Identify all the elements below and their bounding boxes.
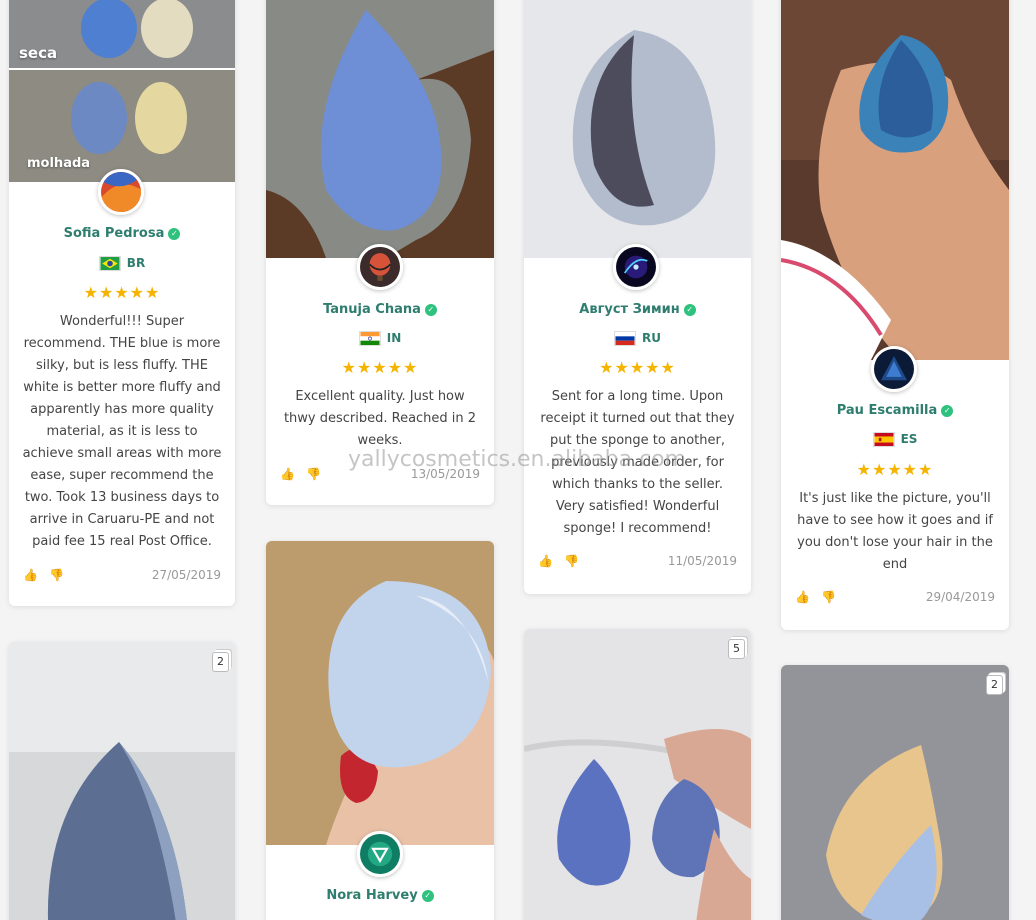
reviewer-country: BR [9, 256, 235, 271]
review-photo[interactable]: seca molhada [9, 0, 235, 182]
photo-count-badge[interactable]: 2 [212, 652, 229, 672]
review-card-avgust: Август Зимин ✓ RU ★★★★★ Sent for a long t… [524, 0, 751, 594]
avatar [98, 169, 144, 215]
thumb-down-icon[interactable]: 👎 [306, 467, 321, 481]
rating-stars: ★★★★★ [856, 460, 934, 479]
review-card-pau: Pau Escamilla ✓ ES ★★★★★ It's just like t… [781, 0, 1009, 630]
verified-icon: ✓ [424, 303, 437, 316]
review-card-photo: 2 [9, 642, 235, 920]
verified-icon: ✓ [421, 889, 434, 902]
review-date: 29/04/2019 [925, 590, 995, 604]
verified-icon: ✓ [168, 227, 181, 240]
thumb-up-icon[interactable]: 👍 [795, 590, 810, 604]
reviewer-country: IN [266, 331, 494, 346]
review-text: It's just like the picture, you'll have … [797, 491, 993, 572]
reviewer-name: Sofia Pedrosa ✓ [9, 226, 235, 241]
photo-count-badge[interactable]: 5 [728, 639, 745, 659]
thumb-down-icon[interactable]: 👎 [564, 554, 579, 568]
flag-ru-icon [614, 331, 636, 346]
thumb-up-icon[interactable]: 👍 [280, 467, 295, 481]
review-card-tanuja: Tanuja Chana ✓ IN ★★★★★ Excellent quality… [266, 0, 494, 505]
review-text: Sent for a long time. Upon receipt it tu… [540, 389, 735, 536]
thumb-down-icon[interactable]: 👎 [49, 568, 64, 582]
flag-in-icon [358, 331, 381, 346]
rating-stars: ★★★★★ [599, 358, 676, 377]
avatar [357, 244, 403, 290]
review-text: Excellent quality. Just how thwy describ… [283, 389, 477, 448]
photo-count-badge[interactable]: 2 [986, 675, 1003, 695]
review-date: 13/05/2019 [410, 467, 480, 481]
flag-es-icon [872, 432, 895, 447]
review-card-sofia: seca molhada Sofia Pedrosa ✓ BR ★★★★★ Won… [9, 0, 235, 606]
reviewer-country: RU [524, 331, 751, 346]
avatar [357, 831, 403, 877]
review-card-photo: 5 [524, 629, 751, 920]
review-photo[interactable] [266, 0, 494, 258]
photo-label-molhada: molhada [27, 156, 91, 171]
thumb-down-icon[interactable]: 👎 [821, 590, 836, 604]
review-date: 11/05/2019 [667, 554, 737, 568]
thumb-up-icon[interactable]: 👍 [538, 554, 553, 568]
reviewer-name: Pau Escamilla ✓ [781, 403, 1009, 418]
review-photo[interactable]: 2 [781, 665, 1009, 920]
review-photo[interactable] [781, 0, 1009, 360]
rating-stars: ★★★★★ [83, 283, 161, 302]
reviewer-name: Nora Harvey ✓ [266, 888, 494, 903]
reviewer-name: Tanuja Chana ✓ [266, 302, 494, 317]
avatar [871, 346, 917, 392]
review-footer: 👍 👎 13/05/2019 [280, 467, 480, 483]
review-footer: 👍 👎 29/04/2019 [795, 590, 995, 606]
verified-icon: ✓ [683, 303, 696, 316]
verified-icon: ✓ [941, 404, 954, 417]
review-photo[interactable]: 2 [9, 642, 235, 920]
reviewer-country: ES [781, 432, 1009, 447]
review-card-photo: 2 [781, 665, 1009, 920]
review-footer: 👍 👎 11/05/2019 [538, 554, 737, 570]
review-date: 27/05/2019 [151, 568, 221, 582]
review-photo[interactable] [524, 0, 751, 258]
rating-stars: ★★★★★ [341, 358, 419, 377]
photo-label-seca: seca [19, 44, 58, 62]
review-footer: 👍 👎 27/05/2019 [23, 568, 221, 584]
review-card-nora: Nora Harvey ✓ [266, 541, 494, 920]
reviewer-name: Август Зимин ✓ [524, 302, 751, 317]
thumb-up-icon[interactable]: 👍 [23, 568, 38, 582]
review-photo[interactable] [266, 541, 494, 845]
review-text: Wonderful!!! Super recommend. THE blue i… [22, 314, 222, 549]
review-photo[interactable]: 5 [524, 629, 751, 920]
avatar [613, 244, 659, 290]
flag-br-icon [98, 256, 121, 271]
